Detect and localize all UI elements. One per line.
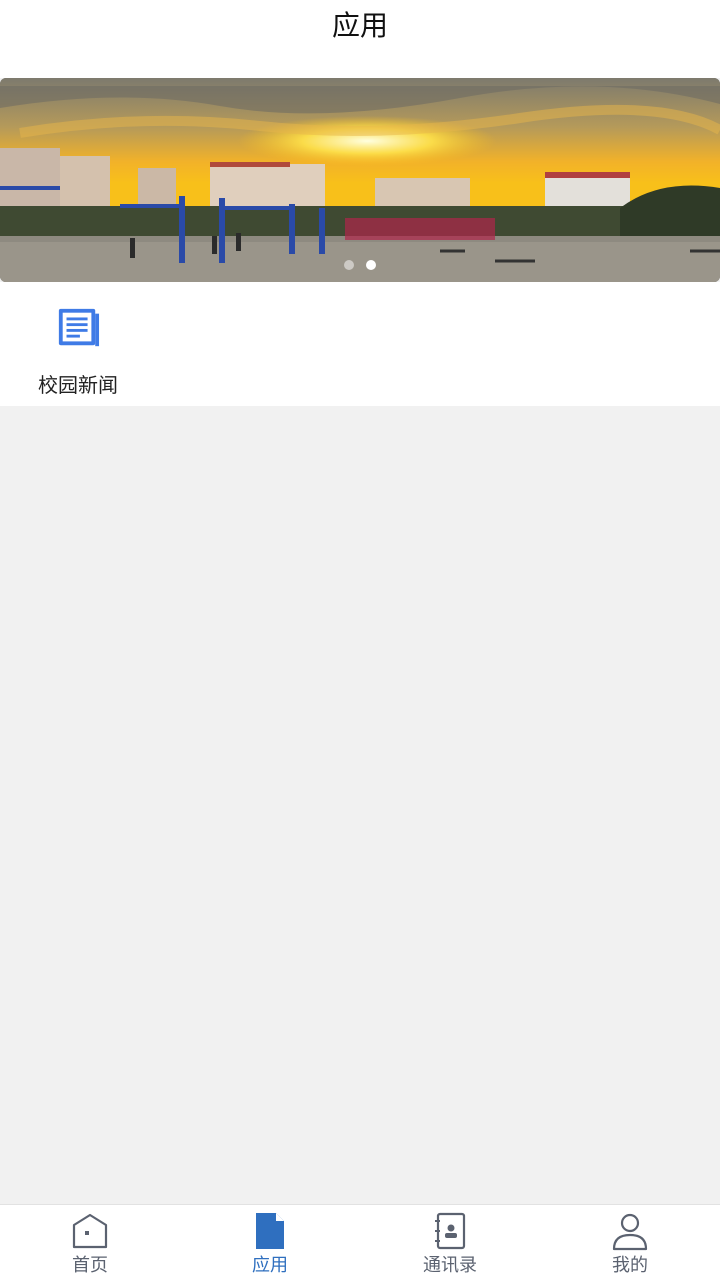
contacts-icon xyxy=(435,1212,466,1250)
home-icon xyxy=(72,1213,108,1249)
tab-label: 首页 xyxy=(72,1255,108,1276)
content-area xyxy=(0,406,720,1204)
carousel-dot[interactable] xyxy=(344,260,354,270)
news-icon xyxy=(58,308,100,347)
file-icon xyxy=(256,1213,284,1249)
app-item-campus-news[interactable]: 校园新闻 xyxy=(18,306,138,398)
tab-home[interactable]: 首页 xyxy=(0,1205,180,1280)
app-grid: 校园新闻 xyxy=(0,282,720,406)
tab-label: 应用 xyxy=(252,1255,288,1276)
carousel-dot-active[interactable] xyxy=(366,260,376,270)
tab-label: 通讯录 xyxy=(423,1255,477,1276)
user-icon xyxy=(612,1213,648,1251)
bottom-tab-bar: 首页 应用 通讯录 我的 xyxy=(0,1204,720,1280)
banner-image xyxy=(0,78,720,282)
app-label: 校园新闻 xyxy=(38,373,118,397)
tab-apps[interactable]: 应用 xyxy=(180,1205,360,1280)
page-title: 应用 xyxy=(331,9,388,42)
tab-me[interactable]: 我的 xyxy=(540,1205,720,1280)
tab-label: 我的 xyxy=(612,1255,648,1276)
app-root: 应用 校园新闻 首页 应用 通讯录 我的 xyxy=(0,0,720,1280)
banner-carousel[interactable] xyxy=(0,78,720,282)
carousel-dots xyxy=(0,260,720,270)
tab-contacts[interactable]: 通讯录 xyxy=(360,1205,540,1280)
header: 应用 xyxy=(0,0,720,78)
